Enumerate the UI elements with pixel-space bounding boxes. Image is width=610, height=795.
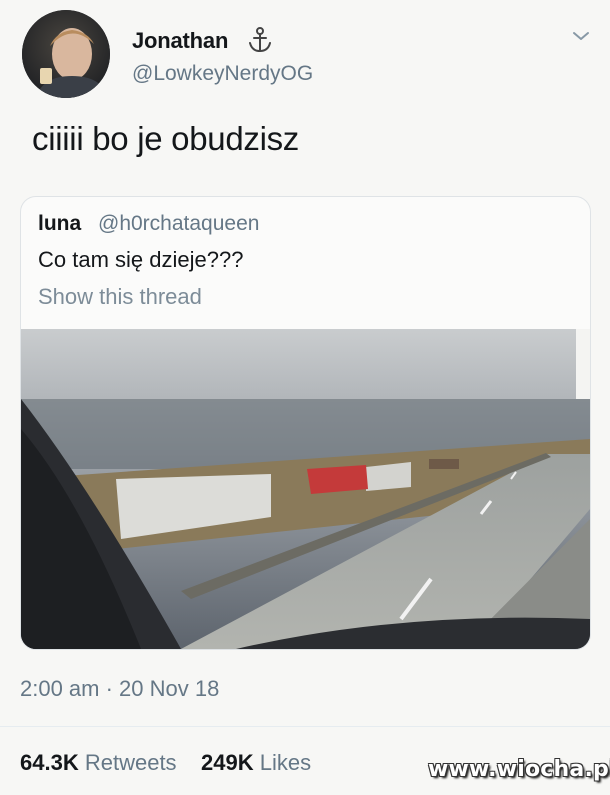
tweet-text: ciiiii bo je obudzisz: [32, 120, 299, 157]
watermark: www.wiocha.pl: [428, 757, 610, 782]
quoted-tweet-card[interactable]: luna @h0rchataqueen Co tam się dzieje???…: [20, 196, 591, 650]
retweets-count[interactable]: 64.3K: [20, 750, 79, 775]
anchor-icon: [247, 26, 273, 54]
quoted-tweet-text: Co tam się dzieje???: [38, 247, 244, 272]
quoted-tweet-photo[interactable]: [21, 329, 590, 649]
quoted-handle: @h0rchataqueen: [98, 212, 260, 235]
divider: [0, 726, 610, 727]
chevron-down-icon[interactable]: [570, 28, 592, 44]
retweets-label[interactable]: Retweets: [85, 750, 177, 775]
author-handle[interactable]: @LowkeyNerdyOG: [132, 62, 313, 86]
show-thread-link[interactable]: Show this thread: [38, 284, 202, 310]
likes-label[interactable]: Likes: [260, 750, 311, 775]
likes-count[interactable]: 249K: [201, 750, 254, 775]
author-display-name[interactable]: Jonathan: [132, 28, 228, 54]
quoted-display-name: luna: [38, 212, 82, 235]
tweet-stats: 64.3K Retweets 249K Likes: [20, 750, 311, 776]
tweet-timestamp[interactable]: 2:00 am · 20 Nov 18: [20, 676, 219, 702]
avatar[interactable]: [22, 10, 110, 98]
